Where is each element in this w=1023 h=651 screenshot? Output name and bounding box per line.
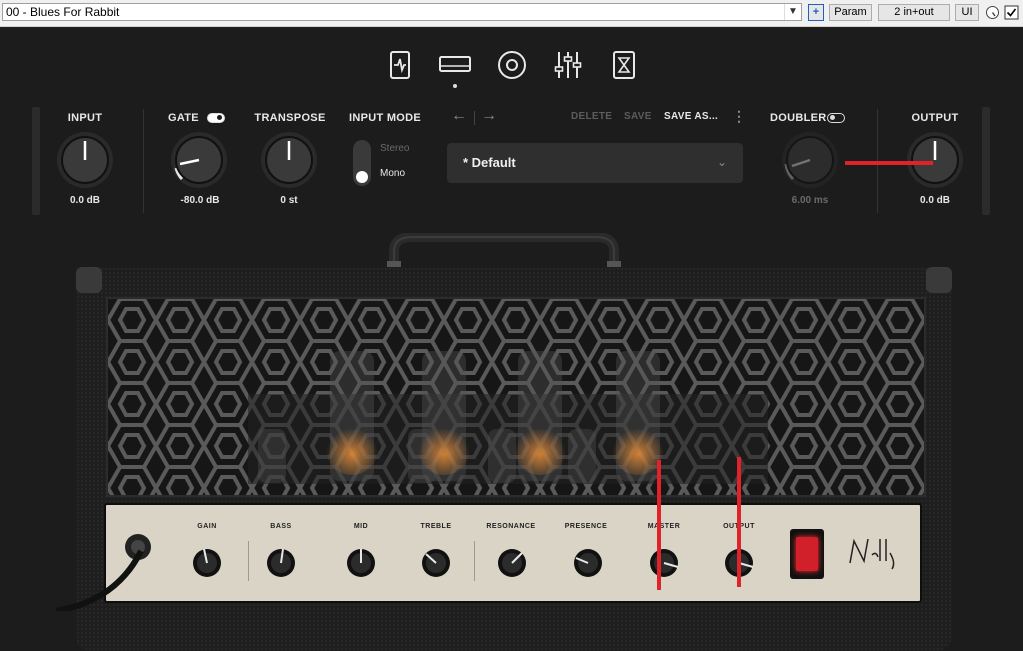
input-mode-stereo[interactable]: Stereo — [380, 143, 409, 154]
gain-knob[interactable] — [189, 545, 225, 581]
input-mode-switch[interactable] — [353, 140, 371, 186]
resonance-label: RESONANCE — [486, 523, 536, 530]
save-as-button[interactable]: SAVE AS... — [664, 111, 718, 122]
divider — [474, 541, 475, 581]
output-label: OUTPUT — [911, 112, 959, 124]
host-preset-select[interactable]: 00 - Blues For Rabbit ▼ — [2, 3, 802, 21]
annotation-mark — [657, 460, 661, 590]
host-preset-name: 00 - Blues For Rabbit — [6, 5, 120, 19]
right-edge-bar — [982, 107, 990, 215]
input-knob[interactable] — [56, 131, 114, 189]
divider — [248, 541, 249, 581]
output-value: 0.0 dB — [919, 195, 950, 206]
doubler-value: 6.00 ms — [791, 195, 829, 206]
gate-value: -80.0 dB — [180, 195, 220, 206]
host-param-button[interactable]: Param — [829, 4, 872, 21]
divider — [474, 111, 475, 125]
input-mode-label: INPUT MODE — [348, 112, 422, 124]
preset-current: * Default — [463, 155, 516, 170]
gain-label: GAIN — [197, 523, 217, 530]
cable-icon — [55, 549, 144, 611]
more-menu-icon[interactable]: ⋮ — [732, 108, 746, 125]
amp-faceplate: GAIN BASS MID TREBLE RESONANCE PRESENCE … — [55, 503, 922, 611]
metronome-icon[interactable] — [608, 49, 640, 81]
gate-toggle[interactable] — [207, 113, 225, 123]
chevron-down-icon: ⌄ — [716, 155, 727, 169]
eq-sliders-icon[interactable] — [552, 49, 584, 81]
preset-back-arrow[interactable]: ← — [451, 107, 467, 125]
gate-label: GATE — [168, 112, 199, 124]
plugin-window: INPUT 0.0 dB GATE -80.0 dB TRANSPOSE 0 s… — [0, 27, 1023, 651]
transpose-value: 0 st — [280, 195, 298, 206]
brand-signature-logo — [849, 538, 895, 570]
presence-knob[interactable] — [570, 545, 606, 581]
annotation-mark — [737, 457, 741, 587]
presence-label: PRESENCE — [564, 523, 608, 530]
host-add-button[interactable]: + — [808, 4, 824, 21]
input-mode-mono[interactable]: Mono — [380, 168, 405, 179]
input-value: 0.0 dB — [69, 195, 100, 206]
amp-head: GAIN BASS MID TREBLE RESONANCE PRESENCE … — [55, 267, 952, 651]
save-button[interactable]: SAVE — [624, 111, 652, 122]
output-knob[interactable] — [906, 131, 964, 189]
gate-knob[interactable] — [170, 131, 228, 189]
bass-label: BASS — [270, 523, 292, 530]
input-label: INPUT — [67, 112, 103, 124]
tuner-icon[interactable] — [384, 49, 416, 81]
host-dial-icon[interactable] — [985, 5, 1000, 20]
master-knob[interactable] — [646, 545, 682, 581]
cabinet-icon[interactable] — [496, 49, 528, 81]
treble-label: TREBLE — [420, 523, 452, 530]
doubler-label: DOUBLER — [770, 112, 827, 124]
bass-knob[interactable] — [263, 545, 299, 581]
left-edge-bar — [32, 107, 40, 215]
active-tab-indicator — [453, 84, 457, 88]
transpose-label: TRANSPOSE — [254, 112, 326, 124]
doubler-toggle[interactable] — [827, 113, 845, 123]
delete-button[interactable]: DELETE — [571, 111, 612, 122]
preset-forward-arrow[interactable]: → — [481, 107, 497, 125]
mid-knob[interactable] — [343, 545, 379, 581]
host-toolbar: 00 - Blues For Rabbit ▼ + Param 2 in+out… — [0, 0, 1023, 27]
preset-dropdown[interactable]: * Default ⌄ — [447, 143, 743, 183]
amp-grill — [106, 297, 926, 497]
annotation-mark — [845, 161, 933, 165]
amp-icon[interactable] — [439, 49, 471, 81]
master-label: MASTER — [647, 523, 681, 530]
treble-knob[interactable] — [418, 545, 454, 581]
power-switch[interactable] — [790, 529, 824, 579]
divider — [143, 109, 144, 213]
doubler-knob[interactable] — [781, 131, 839, 189]
host-ui-button[interactable]: UI — [955, 4, 979, 21]
host-io-button[interactable]: 2 in+out — [878, 4, 950, 21]
mid-label: MID — [353, 523, 369, 530]
transpose-knob[interactable] — [260, 131, 318, 189]
chevron-down-icon[interactable]: ▼ — [784, 4, 801, 20]
host-bypass-checkbox[interactable] — [1004, 5, 1019, 20]
resonance-knob[interactable] — [494, 545, 530, 581]
